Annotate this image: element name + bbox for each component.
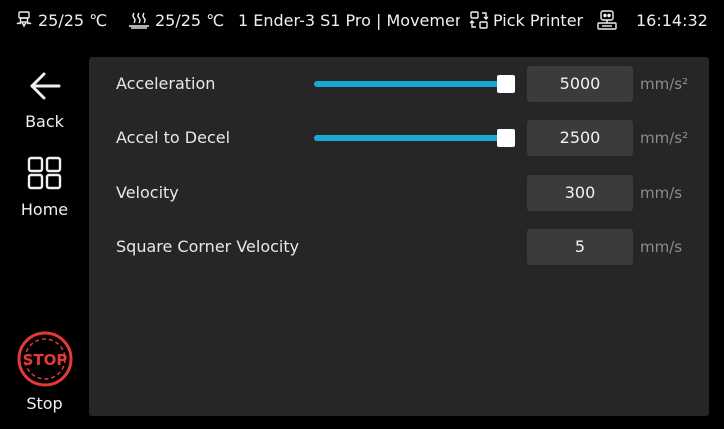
- setting-label: Square Corner Velocity: [116, 237, 300, 256]
- extruder-temp-indicator: 25/25 ℃: [14, 0, 107, 40]
- velocity-input[interactable]: 300: [527, 175, 633, 211]
- unit-label: mm/s: [640, 184, 683, 202]
- pick-printer-icon: [469, 10, 489, 30]
- printer-title-text: 1 Ender-3 S1 Pro | Movemen: [238, 10, 460, 30]
- square-corner-velocity-input[interactable]: 5: [527, 229, 633, 265]
- accel-to-decel-slider[interactable]: [314, 129, 515, 147]
- status-bar: 25/25 ℃ 25/25 ℃ 1 Ender-3 S1 Pro | Movem…: [0, 0, 724, 40]
- setting-label: Acceleration: [116, 74, 216, 93]
- extruder-temp-text: 25/25 ℃: [38, 10, 108, 30]
- unit-label: mm/s²: [640, 129, 689, 147]
- home-label: Home: [20, 200, 69, 219]
- setting-row-accel-to-decel: Accel to Decel 2500 mm/s²: [89, 120, 709, 156]
- stop-icon: STOP: [15, 330, 75, 392]
- bed-temp-text: 25/25 ℃: [155, 10, 225, 30]
- stop-icon-text: STOP: [22, 351, 67, 369]
- accel-to-decel-input[interactable]: 2500: [527, 120, 633, 156]
- pick-printer-label: Pick Printer: [493, 10, 584, 30]
- clock-text: 16:14:32: [636, 10, 708, 30]
- bed-temp-indicator: 25/25 ℃: [127, 0, 224, 40]
- back-label: Back: [25, 112, 64, 131]
- slider-fill: [314, 135, 506, 141]
- extruder-icon: [14, 10, 34, 30]
- slider-thumb[interactable]: [497, 75, 515, 93]
- setting-row-square-corner-velocity: Square Corner Velocity 5 mm/s: [89, 229, 709, 265]
- setting-row-velocity: Velocity 300 mm/s: [89, 175, 709, 211]
- motion-settings-panel: Acceleration 5000 mm/s² Accel to Decel 2…: [89, 57, 709, 416]
- pick-printer-button[interactable]: Pick Printer: [469, 0, 583, 40]
- stop-button[interactable]: STOP Stop: [0, 330, 89, 413]
- back-button[interactable]: Back: [0, 70, 89, 131]
- acceleration-input[interactable]: 5000: [527, 66, 633, 102]
- setting-label: Velocity: [116, 183, 179, 202]
- network-icon: [596, 9, 618, 31]
- unit-label: mm/s²: [640, 75, 689, 93]
- unit-label: mm/s: [640, 238, 683, 256]
- slider-thumb[interactable]: [497, 129, 515, 147]
- network-status[interactable]: [596, 0, 618, 40]
- bed-icon: [127, 10, 151, 30]
- setting-label: Accel to Decel: [116, 128, 231, 147]
- printer-title: 1 Ender-3 S1 Pro | Movemen: [238, 0, 460, 40]
- clock: 16:14:32: [636, 0, 708, 40]
- slider-fill: [314, 81, 506, 87]
- setting-row-acceleration: Acceleration 5000 mm/s²: [89, 66, 709, 102]
- stop-label: Stop: [26, 394, 63, 413]
- back-arrow-icon: [27, 70, 63, 106]
- grid-icon: [26, 156, 64, 194]
- home-button[interactable]: Home: [0, 156, 89, 219]
- sidebar: Back Home STOP Stop: [0, 40, 89, 429]
- acceleration-slider[interactable]: [314, 75, 515, 93]
